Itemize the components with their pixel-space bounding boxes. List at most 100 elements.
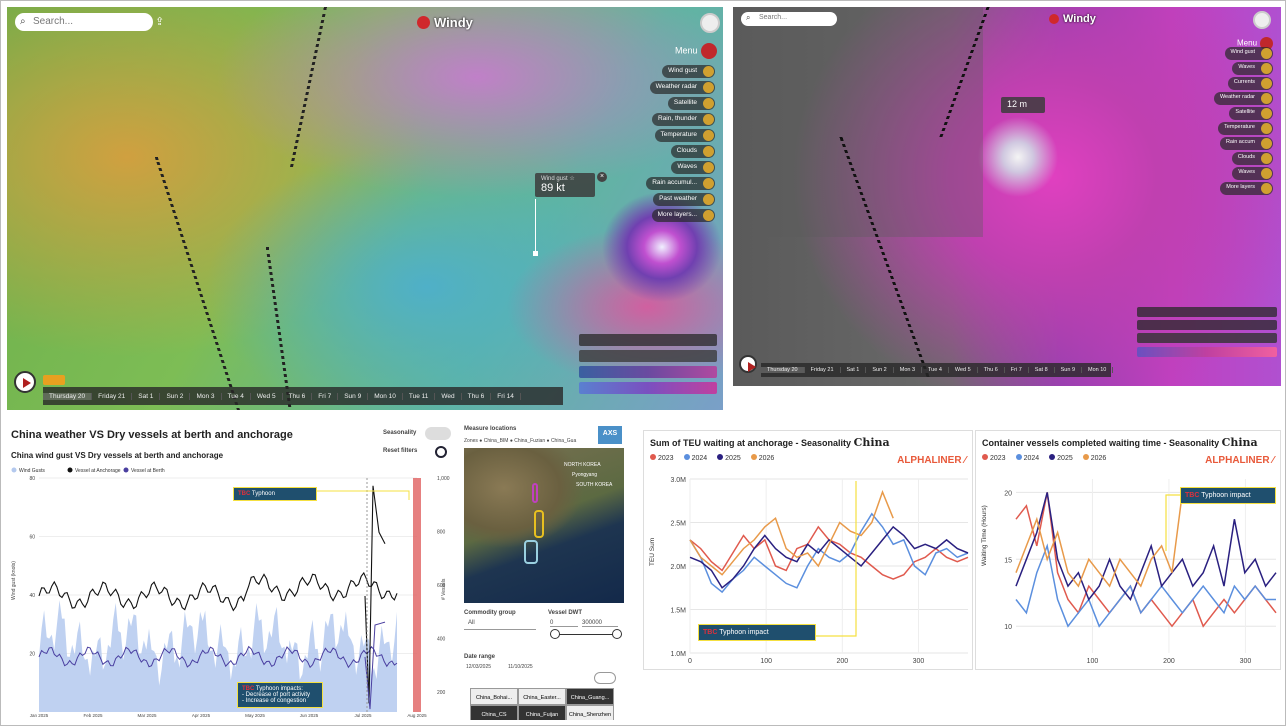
- timeline-day[interactable]: Fri 14: [491, 392, 521, 400]
- search-input[interactable]: ⌕ Search...: [15, 13, 153, 31]
- map-controls[interactable]: [1137, 307, 1277, 317]
- dwt-slider-min[interactable]: [550, 629, 560, 639]
- timeline-day[interactable]: Friday 21: [805, 367, 841, 373]
- timeline-day[interactable]: Sun 2: [866, 367, 894, 373]
- zone-button-fujian[interactable]: China_Fuijan: [518, 705, 566, 720]
- y-axis-label: Wind gust (knots): [11, 561, 17, 600]
- layer-item[interactable]: Weather radar: [649, 81, 715, 94]
- play-button[interactable]: [739, 355, 757, 373]
- zone-button-cs[interactable]: China_CS: [470, 705, 518, 720]
- map-controls[interactable]: [579, 350, 717, 362]
- layer-item[interactable]: Weather radar: [1213, 92, 1273, 105]
- y-tick-label-right: 1,000: [437, 476, 450, 482]
- layer-item[interactable]: Clouds: [1231, 152, 1273, 165]
- layer-item[interactable]: Rain accum: [1219, 137, 1273, 150]
- timeline-day[interactable]: Sun 9: [338, 392, 369, 400]
- timeline[interactable]: Thursday 20 Friday 21 Sat 1 Sun 2 Mon 3 Tue 4…: [761, 363, 1114, 377]
- y-axis-label: Waiting Time (Hours): [981, 505, 988, 566]
- satellite-map[interactable]: NORTH KOREA Pyongyang SOUTH KOREA: [464, 448, 624, 603]
- layer-item[interactable]: Satellite: [1229, 107, 1273, 120]
- share-icon[interactable]: ⇪: [155, 15, 164, 28]
- timeline-day[interactable]: Mon 10: [1082, 367, 1114, 373]
- dwt-min-input[interactable]: 0: [550, 620, 578, 627]
- x-tick-label: Aug 2025: [407, 713, 427, 718]
- layer-item[interactable]: Rain accumul...: [646, 177, 715, 190]
- layer-item[interactable]: Rain, thunder: [651, 113, 715, 126]
- layer-item[interactable]: Currents: [1227, 77, 1273, 90]
- windy-map-wind-gust[interactable]: ⌕ Search... ⇪ Windy Menu Wind gust Weathe…: [7, 7, 723, 410]
- timeline-day[interactable]: Thursday 20: [761, 367, 805, 373]
- timeline-day[interactable]: Mon 3: [190, 392, 222, 400]
- layer-item[interactable]: Temperature: [1218, 122, 1273, 135]
- layer-label: Rain accum: [1225, 139, 1255, 145]
- timeline-day[interactable]: Sat 8: [1029, 367, 1055, 373]
- zone-bohai[interactable]: [532, 483, 538, 503]
- map-controls[interactable]: [1137, 320, 1277, 330]
- axs-badge: AXS: [598, 426, 622, 444]
- layer-item[interactable]: Clouds: [670, 145, 715, 158]
- typhoon-annotation: TBC Typhoon: [233, 487, 317, 501]
- play-button[interactable]: [14, 371, 36, 393]
- zone-fujian[interactable]: [524, 540, 538, 564]
- search-input[interactable]: ⌕ Search...: [741, 12, 837, 26]
- timeline-day[interactable]: Wed 5: [251, 392, 283, 400]
- avatar[interactable]: [1253, 11, 1271, 29]
- timeline-day[interactable]: Sun 9: [1055, 367, 1082, 373]
- layer-icon: [703, 162, 714, 173]
- dwt-slider-max[interactable]: [612, 629, 622, 639]
- timeline-day[interactable]: Mon 3: [894, 367, 923, 373]
- timeline-day[interactable]: Wed 5: [949, 367, 978, 373]
- zone-button-guangdong[interactable]: China_Guang...: [566, 688, 614, 705]
- wind-gust-popup[interactable]: Wind gust ☆ 89 kt: [535, 173, 595, 197]
- layer-item[interactable]: Waves: [671, 161, 715, 174]
- y-tick-label: 10: [1004, 624, 1012, 631]
- timeline-day[interactable]: Sun 2: [160, 392, 191, 400]
- timeline-day[interactable]: Tue 4: [922, 367, 949, 373]
- layer-item[interactable]: Satellite: [667, 97, 715, 110]
- timeline-day[interactable]: Tue 4: [222, 392, 251, 400]
- close-icon[interactable]: ×: [597, 172, 607, 182]
- layer-item[interactable]: More layers...: [651, 209, 715, 222]
- timeline-day[interactable]: Thu 6: [462, 392, 492, 400]
- commodity-select[interactable]: All: [464, 620, 536, 630]
- timeline-day[interactable]: Friday 21: [92, 392, 133, 400]
- date-toggle[interactable]: [594, 672, 616, 684]
- timeline-day[interactable]: Sat 1: [132, 392, 161, 400]
- layer-item[interactable]: Waves: [1232, 62, 1273, 75]
- timeline-day[interactable]: Mon 10: [368, 392, 403, 400]
- layer-item[interactable]: Wind gust: [1224, 47, 1273, 60]
- layer-item[interactable]: Wind gust: [662, 65, 715, 78]
- timeline[interactable]: Thursday 20 Friday 21 Sat 1 Sun 2 Mon 3 Tue 4…: [43, 387, 563, 405]
- y-tick-label: 80: [29, 476, 35, 482]
- menu-button[interactable]: Menu: [675, 43, 717, 59]
- timeline-day[interactable]: Wed: [435, 392, 462, 400]
- layer-label: Weather radar: [655, 83, 697, 90]
- layer-item[interactable]: More layers: [1220, 182, 1273, 195]
- waves-popup[interactable]: 12 m: [1001, 97, 1045, 113]
- dwt-slider-track[interactable]: [554, 634, 616, 635]
- windy-map-waves[interactable]: ⌕ Search... Windy Menu Wind gust Waves Cur…: [733, 7, 1281, 386]
- map-controls[interactable]: [579, 334, 717, 346]
- timeline-day[interactable]: Thu 6: [283, 392, 313, 400]
- timeline-day[interactable]: Fri 7: [312, 392, 339, 400]
- zone-button-shenzhen[interactable]: China_Shenzhen: [566, 705, 614, 720]
- timeline-day[interactable]: Sat 1: [841, 367, 867, 373]
- x-tick-label: 300: [913, 658, 925, 665]
- layer-item[interactable]: Temperature: [654, 129, 715, 142]
- layer-item[interactable]: Past weather: [653, 193, 715, 206]
- layer-item[interactable]: Waves: [1232, 167, 1273, 180]
- zone-button-eastern[interactable]: China_Easter...: [518, 688, 566, 705]
- model-selector[interactable]: [579, 382, 717, 394]
- date-from-input[interactable]: 12/03/2025: [466, 664, 491, 670]
- zone-button-bohai[interactable]: China_Bohai...: [470, 688, 518, 705]
- map-controls[interactable]: [1137, 333, 1277, 343]
- timeline-day[interactable]: Thu 6: [978, 367, 1005, 373]
- timeline-day[interactable]: Fri 7: [1005, 367, 1029, 373]
- dwt-max-input[interactable]: 300000: [582, 620, 618, 627]
- zone-eastern[interactable]: [534, 510, 544, 538]
- avatar[interactable]: [700, 13, 720, 33]
- x-tick-label: 200: [1163, 658, 1175, 665]
- date-to-input[interactable]: 11/10/2025: [508, 664, 533, 670]
- timeline-day[interactable]: Tue 11: [403, 392, 436, 400]
- timeline-day[interactable]: Thursday 20: [43, 392, 93, 400]
